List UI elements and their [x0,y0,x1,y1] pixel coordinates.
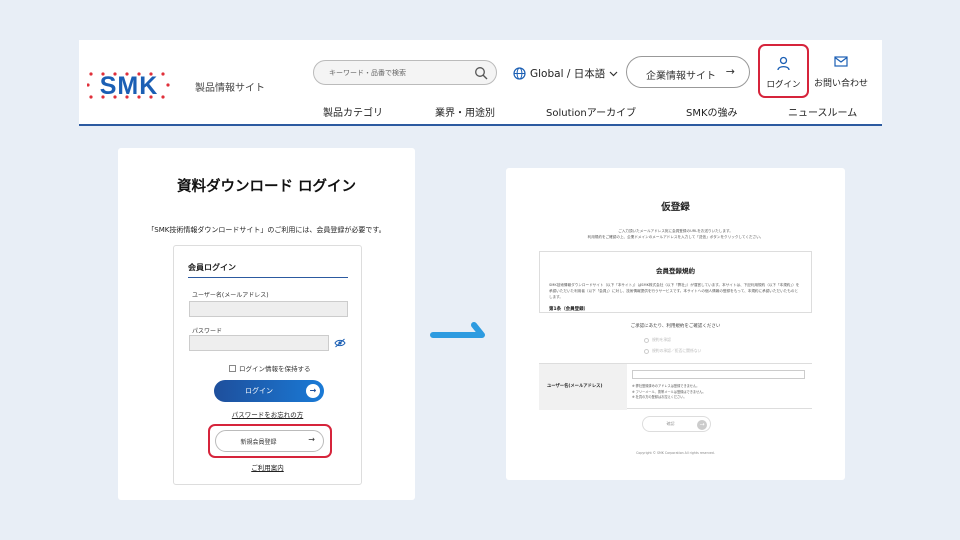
radio-button[interactable] [644,348,649,354]
email-field-label: ユーザー名(メールアドレス) [547,384,603,389]
username-field[interactable] [189,301,348,317]
member-login-title: 会員ログイン [188,263,236,272]
arrow-right-icon: → [306,384,320,398]
contact-button[interactable]: お問い合わせ [813,54,869,90]
globe-icon [513,67,526,80]
nav-item-solution-archive[interactable]: Solutionアーカイブ [546,104,636,119]
login-submit-label: ログイン [245,387,273,395]
copyright: Copyright © SMK Corporation All rights r… [636,451,715,455]
radio-disagree[interactable]: 規約の承認／拒否に関係ない [644,348,701,354]
arrow-right-icon: → [308,435,315,444]
forgot-password-link[interactable]: パスワードをお忘れの方 [174,409,361,419]
member-login-box: 会員ログイン ユーザー名(メールアドレス) パスワード ログイン情報を保持する … [173,245,362,485]
site-name: 製品情報サイト [195,83,265,94]
page-title: 資料ダウンロード ログイン [176,179,357,195]
registration-title: 仮登録 [661,202,690,213]
nav-item-product-category[interactable]: 製品カテゴリ [323,104,383,119]
radio-disagree-label: 規約の承認／拒否に関係ない [652,348,702,353]
terms-title: 会員登録規約 [656,267,695,275]
site-header: SMK 製品情報サイト キーワード・品番で検索 Global / 日本語 企業情… [79,40,882,126]
corporate-site-button[interactable]: 企業情報サイト → [626,56,750,88]
nav-item-smk-strengths[interactable]: SMKの強み [686,104,738,119]
search-box[interactable]: キーワード・品番で検索 [313,60,497,85]
nav-item-industry[interactable]: 業界・用途別 [435,104,495,119]
corporate-site-label: 企業情報サイト [646,71,716,82]
confirm-button[interactable]: 確認 → [642,416,711,432]
divider [188,277,348,278]
remember-label: ログイン情報を保持する [239,365,311,373]
terms-article: 第1条（会員登録） [549,307,589,312]
registration-form: ユーザー名(メールアドレス) ※ 弊社登録済みのアドレスは登録できません。 ※ … [539,363,812,410]
mail-icon [834,56,848,67]
radio-button[interactable] [644,337,649,343]
registration-intro: ご入力頂いたメールアドレス宛に会員登録のURLをお送りいたします。 利用規約をご… [546,228,805,240]
radio-agree[interactable]: 規約を承認 [644,337,671,343]
remember-login[interactable]: ログイン情報を保持する [229,363,311,373]
register-label: 新規会員登録 [240,439,277,446]
new-member-register-button[interactable]: 新規会員登録 → [215,430,324,452]
search-icon[interactable] [474,66,488,80]
language-selector[interactable]: Global / 日本語 [513,66,618,81]
terms-scroll-box[interactable]: 会員登録規約 SMK技術情報ダウンロードサイト（以下「本サイト」）はSMK株式会… [539,251,812,313]
logo-text: SMK [100,72,159,100]
password-field[interactable] [189,335,329,351]
field-header: ユーザー名(メールアドレス) [539,364,627,410]
nav-item-newsroom[interactable]: ニュースルーム [788,104,857,119]
intro-line-2: 利用規約をご確認の上、企業ドメインのメールアドレスを入力して「送信」ボタンをクリ… [587,235,764,239]
arrow-right-icon: → [697,419,707,430]
smk-logo[interactable]: SMK [87,68,171,102]
register-highlight: 新規会員登録 → [208,424,332,458]
email-field[interactable] [632,370,805,379]
password-label: パスワード [192,328,223,335]
screenshot-frame: SMK 製品情報サイト キーワード・品番で検索 Global / 日本語 企業情… [0,0,960,540]
contact-label: お問い合わせ [813,79,868,89]
provisional-registration-card: 仮登録 ご入力頂いたメールアドレス宛に会員登録のURLをお送りいたします。 利用… [506,168,845,480]
user-icon [777,56,790,71]
registration-note: 「SMK技術情報ダウンロードサイト」のご利用には、会員登録が必要です。 [147,226,386,234]
download-login-card: 資料ダウンロード ログイン 「SMK技術情報ダウンロードサイト」のご利用には、会… [118,148,415,500]
field-note: ※ 弊社登録済みのアドレスは登録できません。 [632,384,700,388]
language-label: Global / 日本語 [530,68,606,80]
eye-slash-icon[interactable] [334,338,346,348]
chevron-down-icon [609,71,618,76]
field-notes: ※ 弊社登録済みのアドレスは登録できません。 ※ フリーメール、携帯メールは登録… [632,384,706,401]
radio-agree-label: 規約を承認 [652,337,671,342]
search-placeholder: キーワード・品番で検索 [329,69,406,77]
confirm-label: 確認 [666,421,675,426]
agree-note: ご承認にあたり、利用規約をご確認ください [630,324,721,329]
login-label: ログイン [766,80,801,90]
login-submit-button[interactable]: ログイン → [214,380,324,402]
flow-arrow-icon [430,322,485,338]
field-note: ※ 社員の方の登録はお控えください。 [632,395,687,399]
remember-checkbox[interactable] [229,364,236,372]
login-button[interactable]: ログイン [758,44,809,98]
username-label: ユーザー名(メールアドレス) [192,292,269,299]
terms-text: SMK技術情報ダウンロードサイト（以下「本サイト」）はSMK株式会社（以下「弊社… [549,283,800,299]
usage-guide-link[interactable]: ご利用案内 [174,462,361,472]
arrow-right-icon: → [725,65,735,78]
